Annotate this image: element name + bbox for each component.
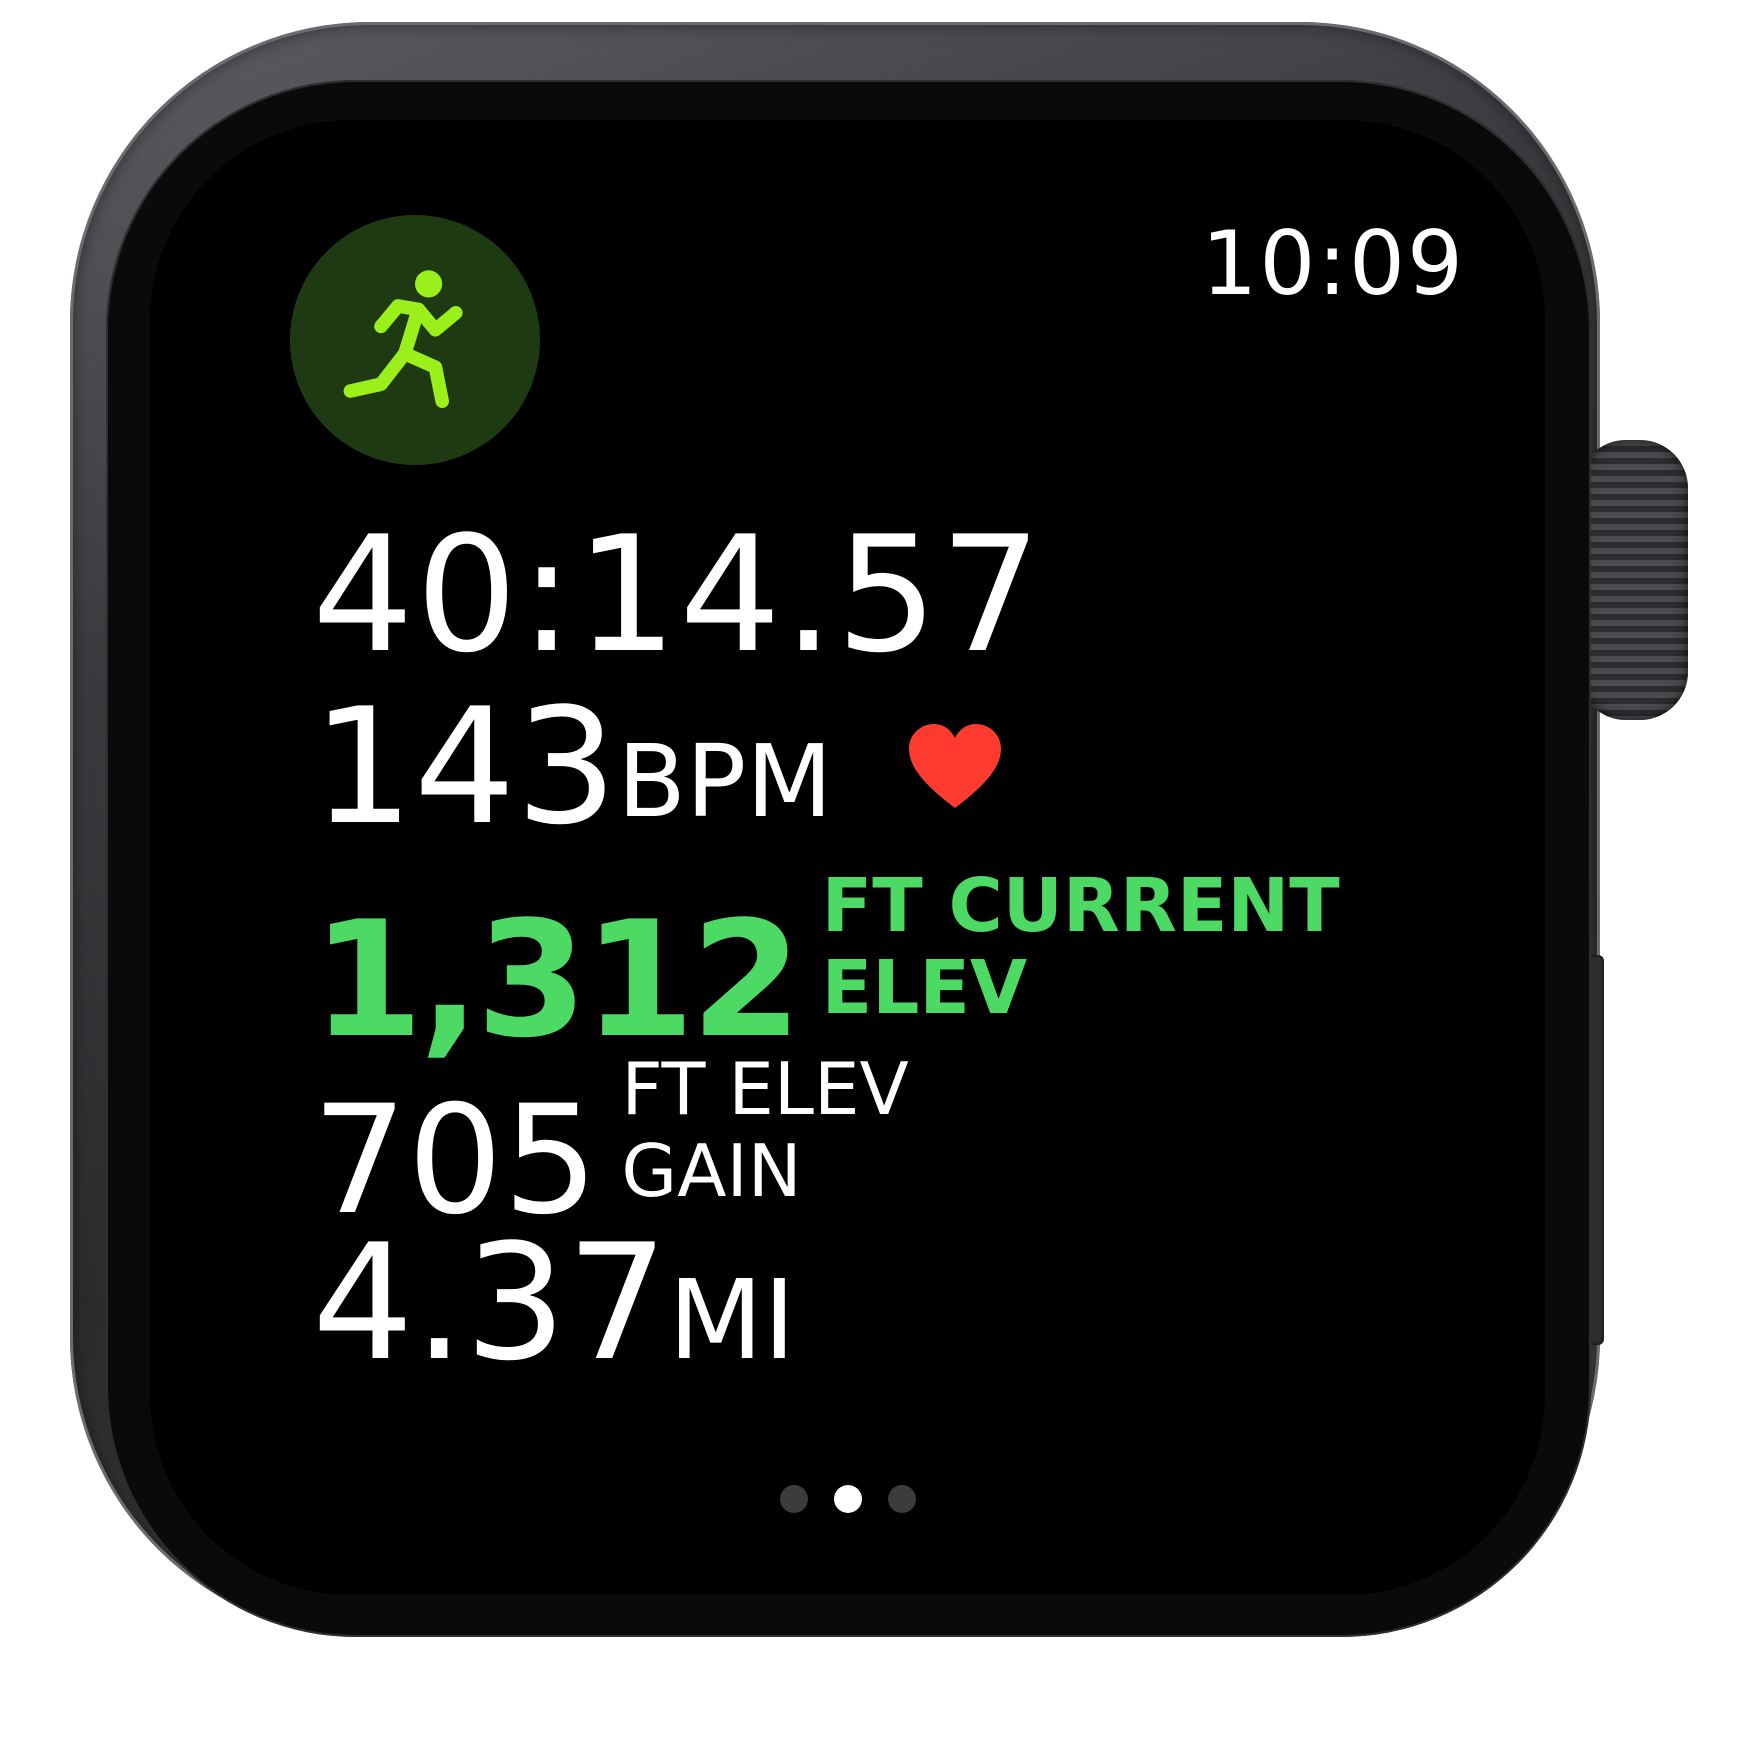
elevation-gain-label-line2: GAIN	[621, 1129, 802, 1213]
heart-rate-unit: BPM	[617, 723, 833, 840]
page-dot-2[interactable]	[833, 1485, 862, 1513]
digital-crown[interactable]	[1578, 440, 1688, 720]
distance-value: 4.37	[312, 1209, 669, 1396]
product-image: 10:09 40:14.57 143BPM 1,312 FT CURRENT E…	[0, 0, 1750, 1750]
heart-rate-value: 143	[312, 673, 618, 860]
current-elevation-label-line2: ELEV	[821, 945, 1028, 1031]
elevation-gain-label: FT ELEV GAIN	[621, 1048, 908, 1212]
current-elevation-label: FT CURRENT ELEV	[822, 865, 1340, 1029]
page-indicator	[150, 1485, 1545, 1513]
heart-rate-metric: 143BPM	[312, 687, 1005, 847]
page-dot-1[interactable]	[779, 1485, 808, 1513]
running-figure-icon	[343, 270, 463, 408]
watch-screen: 10:09 40:14.57 143BPM 1,312 FT CURRENT E…	[150, 120, 1545, 1595]
current-elevation-label-line1: FT CURRENT	[821, 863, 1340, 949]
elapsed-time: 40:14.57	[312, 501, 1044, 688]
clock-time: 10:09	[1201, 212, 1465, 315]
heart-icon	[909, 724, 1002, 808]
workout-type-badge[interactable]	[290, 215, 540, 465]
current-elevation-metric: 1,312 FT CURRENT ELEV	[312, 865, 1340, 1060]
elevation-gain-label-line1: FT ELEV	[621, 1047, 909, 1131]
elevation-gain-metric: 705 FT ELEV GAIN	[312, 1048, 909, 1236]
distance-metric: 4.37MI	[312, 1223, 796, 1383]
page-dot-3[interactable]	[887, 1485, 916, 1513]
current-elevation-value: 1,312	[312, 886, 802, 1073]
distance-unit: MI	[668, 1256, 796, 1384]
